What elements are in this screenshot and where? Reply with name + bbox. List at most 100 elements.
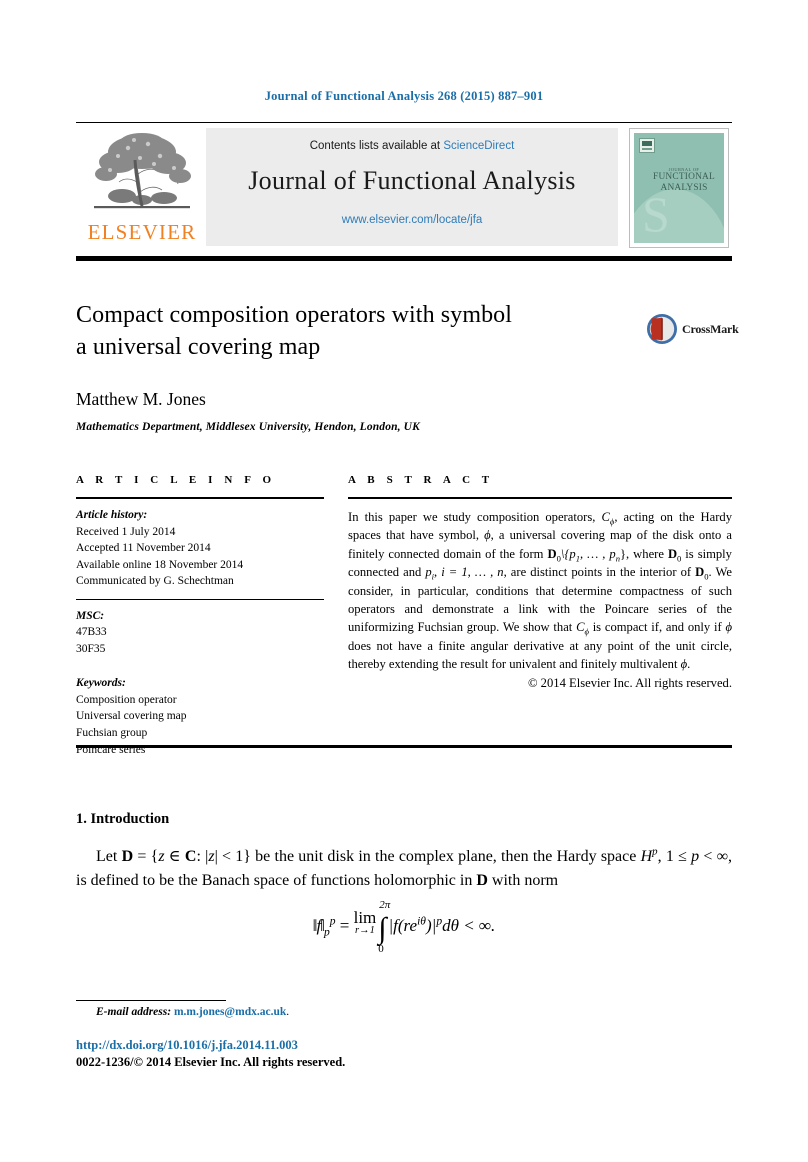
- article-info-label: A R T I C L E I N F O: [76, 474, 276, 486]
- eq-int-upper: 2π: [379, 899, 391, 911]
- abstract-m-domain2: D: [667, 546, 678, 561]
- display-equation: ‖f‖pp = lim r→1 ∫ 2π 0 |f(reiθ)|pdθ < ∞.: [76, 899, 732, 956]
- article-info-column: A R T I C L E I N F O Article history: R…: [76, 474, 324, 758]
- crossmark-badge[interactable]: CrossMark: [646, 313, 739, 347]
- abstract-m-set: \{p: [560, 546, 576, 561]
- eq-integrand-sup: iθ: [417, 914, 426, 928]
- eq-measure: dθ < ∞.: [442, 916, 496, 935]
- elsevier-logo: ELSEVIER: [80, 128, 204, 248]
- masthead-bottom-rule: [76, 256, 732, 261]
- contents-available-line: Contents lists available at ScienceDirec…: [206, 140, 618, 152]
- abstract-t4: , where: [626, 546, 668, 561]
- email-label: E-mail address:: [96, 1006, 172, 1018]
- author-name: Matthew M. Jones: [76, 389, 206, 409]
- abstract-t11: .: [687, 657, 691, 671]
- elsevier-tree-icon: [88, 130, 196, 216]
- msc-code-2: 30F35: [76, 642, 106, 655]
- keyword-1: Composition operator: [76, 693, 177, 706]
- eq-integrand-open: |f(re: [388, 916, 418, 935]
- eq-int-lower: 0: [378, 943, 384, 956]
- cover-publisher-badge-icon: [639, 138, 655, 153]
- cover-journal-title: JOURNAL OF FUNCTIONAL ANALYSIS: [650, 167, 718, 194]
- cover-title-line3: ANALYSIS: [660, 182, 708, 193]
- journal-cover-thumbnail[interactable]: S JOURNAL OF FUNCTIONAL ANALYSIS: [629, 128, 729, 248]
- intro-m-disk: D: [121, 848, 134, 865]
- abstract-m-domain3: D: [695, 565, 705, 580]
- eq-limit-operator: lim r→1: [354, 908, 377, 936]
- history-accepted: Accepted 11 November 2014: [76, 542, 211, 555]
- abstract-t10: does not have a finite angular derivativ…: [348, 638, 732, 671]
- article-info-rule: [76, 497, 324, 499]
- masthead-box: Contents lists available at ScienceDirec…: [206, 128, 618, 246]
- abstract-m-set-mid: , … , p: [579, 546, 616, 561]
- msc-block: MSC: 47B33 30F35: [76, 608, 324, 658]
- page-title: Compact composition operators with symbo…: [76, 300, 636, 364]
- cover-s-glyph: S: [642, 186, 670, 242]
- journal-masthead: ELSEVIER Contents lists available at Sci…: [76, 128, 732, 248]
- intro-m-H: H: [640, 848, 653, 865]
- eq-integral-sign: ∫ 2π 0: [378, 899, 391, 956]
- email-footnote: E-mail address: m.m.jones@mdx.ac.uk.: [96, 1006, 289, 1018]
- abstract-bottom-rule: [76, 745, 732, 748]
- keywords-label: Keywords:: [76, 677, 126, 690]
- title-line-1: Compact composition operators with symbo…: [76, 302, 513, 328]
- abstract-label: A B S T R A C T: [348, 474, 494, 486]
- intro-t-c: ∈: [164, 848, 185, 865]
- intro-para: Let D = {z ∈ C: |z| < 1} be the unit dis…: [76, 845, 732, 893]
- msc-label: MSC:: [76, 609, 105, 622]
- email-period: .: [286, 1006, 290, 1018]
- abstract-column: A B S T R A C T In this paper we study c…: [348, 474, 732, 693]
- masthead-top-rule: [76, 122, 732, 123]
- intro-m-complex: C: [184, 848, 197, 865]
- eq-equals: =: [335, 916, 354, 935]
- email-link[interactable]: m.m.jones@mdx.ac.uk: [174, 1006, 286, 1018]
- issn-copyright-line: 0022-1236/© 2014 Elsevier Inc. All right…: [76, 1055, 346, 1069]
- journal-cover-art: S JOURNAL OF FUNCTIONAL ANALYSIS: [634, 133, 724, 243]
- history-available-online: Available online 18 November 2014: [76, 558, 244, 571]
- keyword-3: Fuchsian group: [76, 727, 148, 740]
- abstract-t1: In this paper we study composition opera…: [348, 510, 602, 524]
- intro-m-p: p: [691, 848, 700, 865]
- abstract-copyright: © 2014 Elsevier Inc. All rights reserved…: [527, 676, 732, 691]
- doi-link[interactable]: http://dx.doi.org/10.1016/j.jfa.2014.11.…: [76, 1038, 298, 1053]
- intro-t-d: : |: [196, 848, 209, 865]
- abstract-m-phi4: ϕ: [725, 620, 732, 635]
- article-history-label: Article history:: [76, 509, 148, 521]
- abstract-m-Cphi1: C: [601, 510, 610, 524]
- section-heading-introduction: 1. Introduction: [76, 811, 170, 827]
- running-head: Journal of Functional Analysis 268 (2015…: [264, 89, 544, 103]
- intro-t-e: | < 1} be the unit disk in the complex p…: [214, 848, 641, 865]
- paper-page: Journal of Functional Analysis 268 (2015…: [0, 0, 808, 1162]
- journal-title: Journal of Functional Analysis: [248, 166, 576, 195]
- msc-code-1: 47B33: [76, 626, 107, 639]
- title-line-2: a universal covering map: [76, 333, 321, 360]
- cover-title-line2: FUNCTIONAL: [653, 172, 715, 183]
- contents-prefix: Contents lists available at: [309, 140, 444, 152]
- introduction-paragraph: Let D = {z ∈ C: |z| < 1} be the unit dis…: [76, 845, 732, 893]
- history-communicated-by: Communicated by G. Schechtman: [76, 575, 234, 588]
- abstract-t7: , are distinct points in the interior of: [503, 565, 696, 580]
- author-affiliation: Mathematics Department, Middlesex Univer…: [76, 421, 420, 433]
- eq-lim-sub: r→1: [355, 925, 375, 936]
- sciencedirect-link[interactable]: ScienceDirect: [443, 140, 514, 152]
- journal-homepage-link[interactable]: www.elsevier.com/locate/jfa: [206, 214, 618, 226]
- eq-lhs-norm: ‖f‖: [312, 916, 325, 935]
- msc-keywords-gap: [76, 657, 324, 667]
- footnote-rule: [76, 1000, 226, 1001]
- abstract-t9: is compact if, and only if: [588, 620, 726, 635]
- history-received: Received 1 July 2014: [76, 525, 176, 538]
- intro-t-b: = {: [133, 848, 159, 865]
- intro-t-h: with norm: [487, 872, 559, 889]
- keyword-2: Universal covering map: [76, 710, 187, 723]
- crossmark-label: CrossMark: [682, 322, 739, 336]
- article-history: Article history: Received 1 July 2014 Ac…: [76, 507, 324, 590]
- elsevier-wordmark: ELSEVIER: [87, 220, 197, 244]
- intro-m-disk2: D: [476, 872, 488, 889]
- eq-integrand-close: )|: [425, 916, 437, 935]
- article-info-divider: [76, 598, 324, 600]
- abstract-text: In this paper we study composition opera…: [348, 508, 732, 693]
- crossmark-icon: [646, 313, 678, 345]
- abstract-rule: [348, 497, 732, 499]
- abstract-m-domain: D: [547, 546, 557, 561]
- intro-t-a: Let: [96, 848, 122, 865]
